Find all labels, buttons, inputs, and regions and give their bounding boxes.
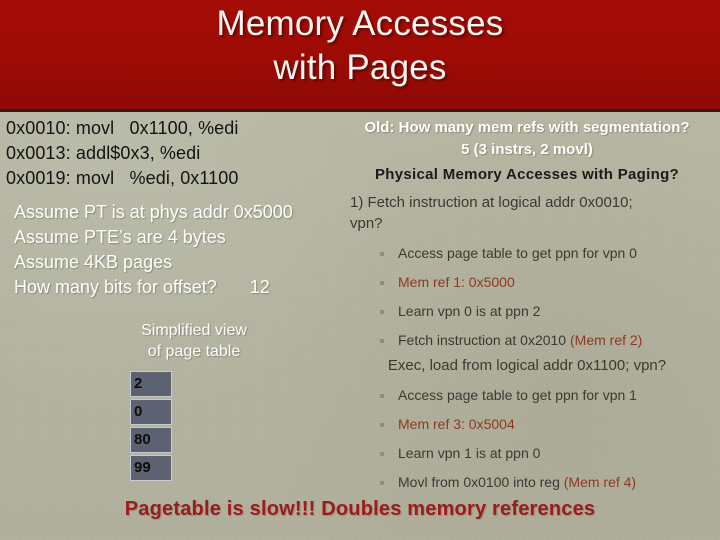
bullet-item-memref: Mem ref 1: 0x5000 bbox=[336, 273, 718, 292]
assumptions-block: Assume PT is at phys addr 0x5000 Assume … bbox=[14, 200, 324, 300]
page-title: Memory Accesses with Pages bbox=[216, 4, 504, 87]
bullet-item: Movl from 0x0100 into reg (Mem ref 4) bbox=[336, 473, 718, 492]
step-1: 1) Fetch instruction at logical addr 0x0… bbox=[350, 194, 633, 232]
page-table-cell: 99 bbox=[130, 455, 172, 481]
bullet-text: Learn vpn 1 is at ppn 0 bbox=[398, 445, 541, 461]
assumption-line: Assume 4KB pages bbox=[14, 252, 173, 272]
bullet-item-memref: Mem ref 3: 0x5004 bbox=[336, 415, 718, 434]
step-2: Exec, load from logical addr 0x1100; vpn… bbox=[387, 357, 667, 374]
title-band: Memory Accesses with Pages bbox=[0, 0, 720, 112]
code-line: 0x0010: movl 0x1100, %edi bbox=[6, 118, 239, 138]
page-table-caption: Simplified view of page table bbox=[141, 322, 247, 360]
offset-question: How many bits for offset? bbox=[14, 277, 217, 297]
bullet-item: Fetch instruction at 0x2010 (Mem ref 2) bbox=[336, 331, 718, 350]
code-line: 0x0019: movl %edi, 0x1100 bbox=[6, 168, 239, 188]
bullet-item: Learn vpn 1 is at ppn 0 bbox=[336, 444, 718, 463]
bullet-item: Learn vpn 0 is at ppn 2 bbox=[336, 302, 718, 321]
explanation-column: Old: How many mem refs with segmentation… bbox=[336, 118, 718, 492]
page-table-cell: 2 bbox=[130, 371, 172, 397]
assumption-line: Assume PT is at phys addr 0x5000 bbox=[14, 202, 293, 222]
page-table-cell: 0 bbox=[130, 399, 172, 425]
bullet-text: Mem ref 1: 0x5000 bbox=[398, 274, 515, 290]
slide-canvas: Memory Accesses with Pages 0x0010: movl … bbox=[0, 0, 720, 540]
bullet-item: Access page table to get ppn for vpn 0 bbox=[336, 244, 718, 263]
code-line: 0x0013: addl$0x3, %edi bbox=[6, 143, 201, 163]
bullet-text: Access page table to get ppn for vpn 1 bbox=[398, 387, 637, 403]
bullet-memref-tag: (Mem ref 2) bbox=[570, 332, 643, 348]
bullet-text: Fetch instruction at 0x2010 bbox=[398, 332, 570, 348]
old-question: Old: How many mem refs with segmentation… bbox=[364, 119, 690, 136]
offset-answer: 12 bbox=[249, 277, 270, 297]
assumption-line: Assume PTE’s are 4 bytes bbox=[14, 227, 226, 247]
footer-callout: Pagetable is slow!!! Doubles memory refe… bbox=[124, 498, 596, 520]
paging-heading: Physical Memory Accesses with Paging? bbox=[375, 166, 679, 183]
bullet-memref-tag: (Mem ref 4) bbox=[563, 474, 637, 490]
offset-question-row: How many bits for offset? 12 bbox=[14, 275, 324, 300]
bullet-text: Access page table to get ppn for vpn 0 bbox=[398, 245, 637, 261]
bullet-text: Movl from 0x0100 into reg bbox=[398, 474, 564, 490]
bullet-text: Mem ref 3: 0x5004 bbox=[398, 416, 515, 432]
bullet-text: Learn vpn 0 is at ppn 2 bbox=[398, 303, 541, 319]
page-table-diagram: 2 0 80 99 bbox=[130, 371, 172, 481]
assembly-code-block: 0x0010: movl 0x1100, %edi 0x0013: addl$0… bbox=[6, 116, 326, 191]
old-answer: 5 (3 instrs, 2 movl) bbox=[461, 141, 593, 158]
page-table-cell: 80 bbox=[130, 427, 172, 453]
bullet-item: Access page table to get ppn for vpn 1 bbox=[336, 386, 718, 405]
